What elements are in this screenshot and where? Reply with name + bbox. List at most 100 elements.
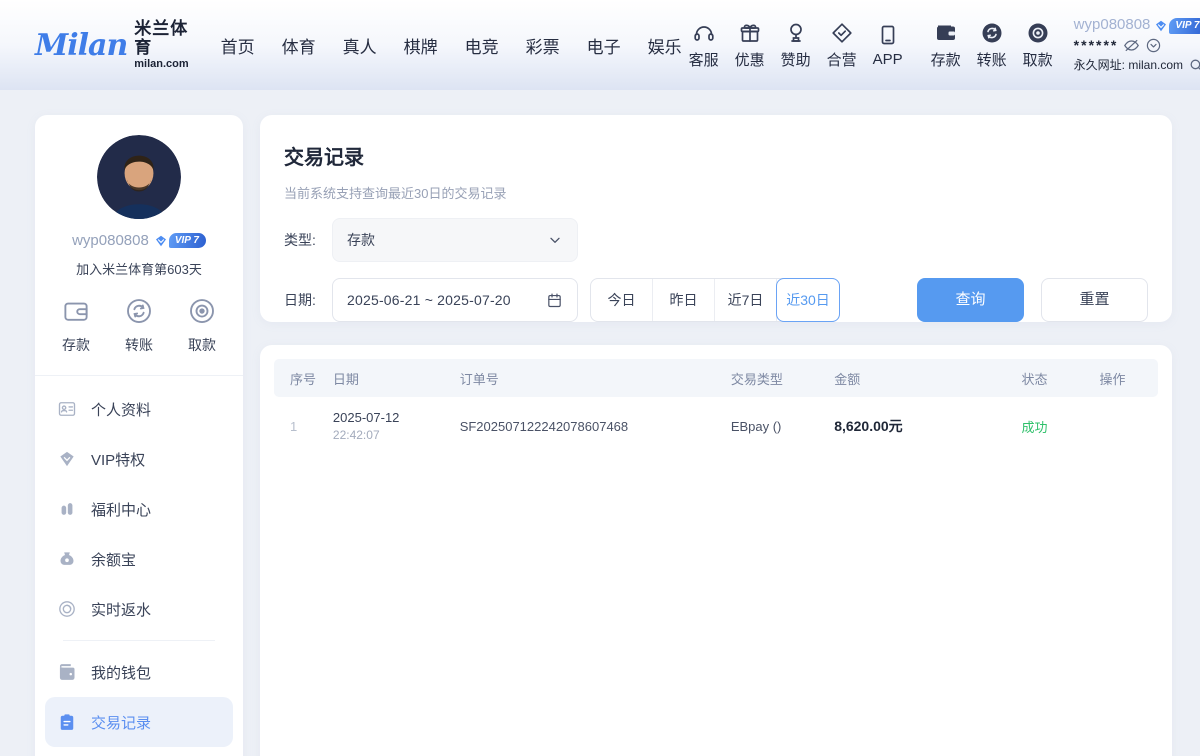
row-order-no: SF202507122242078607468 [460,419,731,434]
withdraw-outline-icon [187,296,217,326]
col-seq: 序号 [290,369,333,388]
type-label: 类型: [284,230,332,250]
vip-gem-glyph [155,235,167,247]
moneybag-icon [57,549,77,569]
date-range-value: 2025-06-21 ~ 2025-07-20 [347,292,511,308]
nav-sports[interactable]: 体育 [282,33,316,58]
nav-live-casino[interactable]: 真人 [343,33,377,58]
join-days-text: 加入米兰体育第603天 [35,259,243,278]
trophy-icon [784,21,808,45]
nav-home[interactable]: 首页 [221,33,255,58]
type-select[interactable]: 存款 [332,218,578,262]
filters-card: 交易记录 当前系统支持查询最近30日的交易记录 类型: 存款 日期: 2025-… [260,115,1172,322]
top-header: Milan 米兰体育 milan.com 首页 体育 真人 棋牌 电竞 彩票 电… [0,0,1200,90]
sidebar-item-transactions[interactable]: 交易记录 [45,697,233,747]
row-date: 2025-07-12 [333,410,460,425]
type-select-value: 存款 [347,230,375,250]
records-icon [57,712,77,732]
quicklink-app[interactable]: APP [866,23,910,68]
deposit-wallet-icon [934,21,958,45]
transfer-icon [980,21,1004,45]
benefits-icon [57,499,77,519]
vip-badge-label: VIP 7 [1169,18,1200,35]
page-title: 交易记录 [284,141,1148,170]
quicklink-promotions-label: 优惠 [735,49,765,70]
range-7d[interactable]: 近7日 [715,279,777,321]
sidebar-menu: 个人资料 VIP特权 福利中心 余额宝 实时返水 [35,376,243,747]
nav-entertainment[interactable]: 娱乐 [648,33,682,58]
row-datetime: 2025-07-12 22:42:07 [333,410,460,442]
date-filter-row: 日期: 2025-06-21 ~ 2025-07-20 今日 昨日 近7日 近3… [284,278,1148,322]
date-range-input[interactable]: 2025-06-21 ~ 2025-07-20 [332,278,578,322]
sidebar-item-rebate[interactable]: 实时返水 [45,584,233,634]
col-date: 日期 [333,369,460,388]
reset-button[interactable]: 重置 [1041,278,1148,322]
logo[interactable]: Milan 米兰体育 milan.com [35,20,189,69]
col-order: 订单号 [460,369,731,388]
search-icon[interactable] [1188,57,1200,74]
header-transfer[interactable]: 转账 [970,21,1014,70]
table-header: 序号 日期 订单号 交易类型 金额 状态 操作 [274,359,1158,397]
col-status: 状态 [1021,369,1099,388]
nav-slots[interactable]: 电子 [587,33,621,58]
logo-domain-text: milan.com [134,58,188,70]
sidebar-item-vip[interactable]: VIP特权 [45,434,233,484]
sidebar-item-vip-label: VIP特权 [91,449,145,470]
sidebar-avatar[interactable] [97,135,181,219]
header-deposit[interactable]: 存款 [924,21,968,70]
sidebar-withdraw-label: 取款 [188,335,216,355]
header-user-block: wyp080808 VIP 7 ****** 永久网址: milan.com [1074,16,1200,73]
sidebar-item-wallet-label: 我的钱包 [91,662,151,683]
search-button[interactable]: 查询 [917,278,1024,322]
calendar-icon [546,292,563,309]
chevron-circle-icon[interactable] [1145,37,1162,54]
logo-cn-text: 米兰体育 [134,20,188,57]
sidebar-transfer-label: 转账 [125,335,153,355]
sidebar-deposit[interactable]: 存款 [61,296,91,355]
page-subtitle: 当前系统支持查询最近30日的交易记录 [284,183,1148,202]
transfer-outline-icon [124,296,154,326]
nav-esports[interactable]: 电竞 [465,33,499,58]
range-yesterday[interactable]: 昨日 [653,279,715,321]
sidebar-item-benefits-label: 福利中心 [91,499,151,520]
header-username[interactable]: wyp080808 [1074,16,1151,35]
sidebar: wyp080808 VIP 7 加入米兰体育第603天 存款 转账 取款 [35,115,243,756]
phone-icon [876,23,900,47]
nav-lottery[interactable]: 彩票 [526,33,560,58]
quicklink-service[interactable]: 客服 [682,21,726,70]
filter-buttons: 查询 重置 [917,278,1148,322]
handshake-icon [830,21,854,45]
sidebar-divider [63,640,215,641]
sidebar-quick-actions: 存款 转账 取款 [35,278,243,376]
quicklink-partner-label: 合营 [827,49,857,70]
sidebar-vip-badge: VIP 7 [155,233,206,248]
main-nav: 首页 体育 真人 棋牌 电竞 彩票 电子 娱乐 [221,33,682,58]
date-label: 日期: [284,290,332,310]
header-right: 客服 优惠 赞助 合营 APP [682,16,1200,73]
range-30d[interactable]: 近30日 [776,278,840,322]
quicklink-promotions[interactable]: 优惠 [728,21,772,70]
header-withdraw[interactable]: 取款 [1016,21,1060,70]
header-deposit-label: 存款 [931,49,961,70]
sidebar-item-transactions-label: 交易记录 [91,712,151,733]
sidebar-transfer[interactable]: 转账 [124,296,154,355]
eye-slash-icon[interactable] [1123,37,1140,54]
range-today[interactable]: 今日 [591,279,653,321]
chevron-down-icon [547,232,563,248]
transactions-table-card: 序号 日期 订单号 交易类型 金额 状态 操作 1 2025-07-12 22:… [260,345,1172,756]
gift-icon [738,21,762,45]
sidebar-item-benefits[interactable]: 福利中心 [45,484,233,534]
nav-chess[interactable]: 棋牌 [404,33,438,58]
sidebar-withdraw[interactable]: 取款 [187,296,217,355]
quick-range-group: 今日 昨日 近7日 近30日 [590,278,840,322]
row-status: 成功 [1021,417,1099,436]
sidebar-item-profile[interactable]: 个人资料 [45,384,233,434]
sidebar-username: wyp080808 [72,232,149,249]
sidebar-vip-label: VIP 7 [169,233,206,248]
header-withdraw-label: 取款 [1023,49,1053,70]
sidebar-item-wallet[interactable]: 我的钱包 [45,647,233,697]
sidebar-item-yuebao[interactable]: 余额宝 [45,534,233,584]
quicklink-app-label: APP [873,51,903,68]
quicklink-partner[interactable]: 合营 [820,21,864,70]
quicklink-sponsor[interactable]: 赞助 [774,21,818,70]
